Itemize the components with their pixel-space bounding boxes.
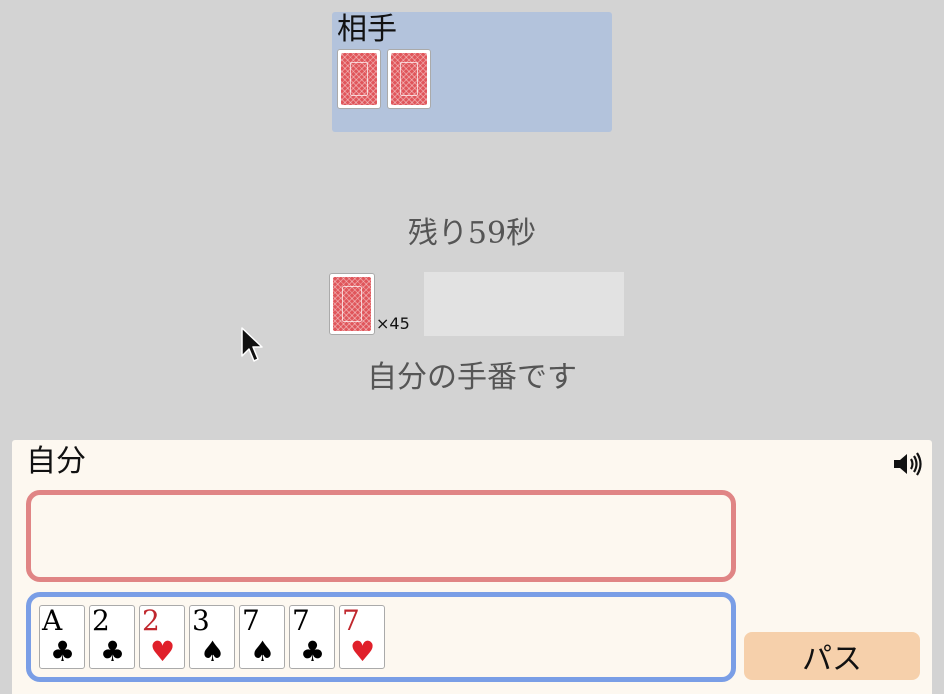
- spade-suit-icon: ♠: [250, 635, 276, 668]
- card-rank: A: [42, 604, 63, 637]
- mouse-cursor-icon: [241, 327, 263, 362]
- hand-card[interactable]: 2 ♥: [139, 604, 185, 669]
- card-rank: 7: [242, 604, 260, 637]
- heart-suit-icon: ♥: [150, 635, 176, 668]
- turn-message: 自分の手番です: [367, 360, 577, 395]
- hand-card[interactable]: A ♣: [39, 604, 85, 669]
- player-label: 自分: [26, 444, 86, 479]
- opponent-card-back: [387, 49, 431, 109]
- card-rank: 7: [342, 604, 360, 637]
- discard-field: [424, 272, 624, 336]
- play-zone[interactable]: [26, 490, 736, 582]
- opponent-card-back: [337, 49, 381, 109]
- card-rank: 2: [142, 604, 160, 637]
- hand-card[interactable]: 7 ♥: [339, 604, 385, 669]
- hand-card[interactable]: 7 ♠: [239, 604, 285, 669]
- hand-card[interactable]: 2 ♣: [89, 604, 135, 669]
- card-rank: 7: [292, 604, 310, 637]
- club-suit-icon: ♣: [50, 635, 76, 668]
- club-suit-icon: ♣: [300, 635, 326, 668]
- hand-card[interactable]: 3 ♠: [189, 604, 235, 669]
- deck-pile[interactable]: [329, 273, 375, 335]
- speaker-icon[interactable]: [892, 450, 924, 478]
- opponent-label: 相手: [337, 12, 397, 47]
- heart-suit-icon: ♥: [350, 635, 376, 668]
- hand-card[interactable]: 7 ♣: [289, 604, 335, 669]
- opponent-area: 相手: [332, 12, 612, 132]
- spade-suit-icon: ♠: [200, 635, 226, 668]
- deck-count: ×45: [376, 314, 410, 333]
- timer-text: 残り59秒: [407, 216, 537, 251]
- hand-zone: A ♣ 2 ♣ 2 ♥ 3 ♠ 7 ♠ 7 ♣ 7 ♥: [26, 592, 736, 682]
- pass-button[interactable]: パス: [744, 632, 920, 680]
- card-rank: 2: [92, 604, 110, 637]
- club-suit-icon: ♣: [100, 635, 126, 668]
- card-rank: 3: [192, 604, 210, 637]
- player-area: 自分 A ♣ 2 ♣ 2 ♥ 3 ♠ 7 ♠ 7 ♣ 7 ♥ パス: [12, 440, 932, 694]
